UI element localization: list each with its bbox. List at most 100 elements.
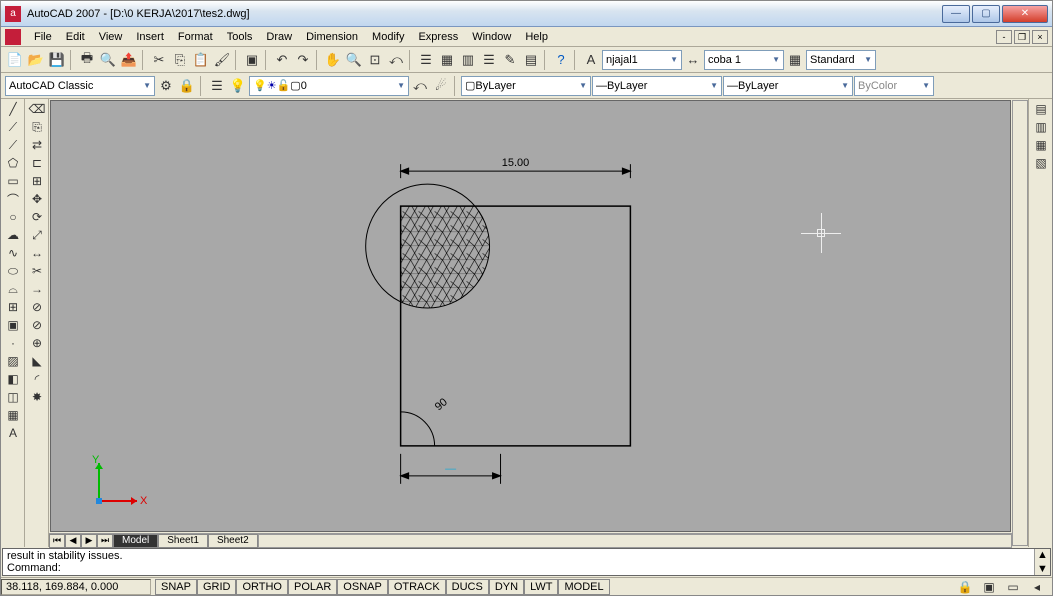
- mtext-icon[interactable]: A: [2, 424, 24, 442]
- polygon-icon[interactable]: ⬠: [2, 154, 24, 172]
- menu-express[interactable]: Express: [411, 29, 465, 45]
- textstyle-icon[interactable]: A: [581, 50, 601, 70]
- match-properties-icon[interactable]: 🖌: [212, 50, 232, 70]
- join-icon[interactable]: ⊕: [26, 334, 48, 352]
- ellipse-icon[interactable]: ⬭: [2, 262, 24, 280]
- menu-draw[interactable]: Draw: [259, 29, 299, 45]
- paste-icon[interactable]: 📋: [191, 50, 211, 70]
- help-icon[interactable]: ?: [551, 50, 571, 70]
- mdi-minimize-button[interactable]: -: [996, 30, 1012, 44]
- mirror-icon[interactable]: ⇄: [26, 136, 48, 154]
- break-icon[interactable]: ⊘: [26, 316, 48, 334]
- status-dyn[interactable]: DYN: [489, 579, 524, 595]
- make-block-icon[interactable]: ▣: [2, 316, 24, 334]
- arc-icon[interactable]: ⌒: [2, 190, 24, 208]
- tray-annotation-icon[interactable]: ▣: [978, 578, 1000, 596]
- copy-icon[interactable]: ⎘: [170, 50, 190, 70]
- spline-icon[interactable]: ∿: [2, 244, 24, 262]
- offset-icon[interactable]: ⊏: [26, 154, 48, 172]
- status-polar[interactable]: POLAR: [288, 579, 337, 595]
- mdi-restore-button[interactable]: ❐: [1014, 30, 1030, 44]
- lineweight-combo[interactable]: — ByLayer▼: [723, 76, 853, 96]
- status-ducs[interactable]: DUCS: [446, 579, 489, 595]
- command-window[interactable]: result in stability issues. Command: ▲▼: [2, 548, 1051, 576]
- cut-icon[interactable]: ✂: [149, 50, 169, 70]
- color-combo[interactable]: ▢ ByLayer▼: [461, 76, 591, 96]
- tab-sheet2[interactable]: Sheet2: [208, 534, 258, 548]
- tab-next-button[interactable]: ▶: [81, 534, 97, 548]
- layer-states-icon[interactable]: 💡: [228, 76, 248, 96]
- menu-file[interactable]: File: [27, 29, 59, 45]
- drawing-canvas[interactable]: 15.00: [50, 100, 1011, 532]
- tab-sheet1[interactable]: Sheet1: [158, 534, 208, 548]
- circle-icon[interactable]: ○: [2, 208, 24, 226]
- ellipse-arc-icon[interactable]: ⌓: [2, 280, 24, 298]
- plot-icon[interactable]: 🖶: [77, 50, 97, 70]
- dimstyle-combo[interactable]: coba 1▼: [704, 50, 784, 70]
- tablestyle-icon[interactable]: ▦: [785, 50, 805, 70]
- revcloud-icon[interactable]: ☁: [2, 226, 24, 244]
- qnew-icon[interactable]: 📄: [5, 50, 25, 70]
- layer-combo[interactable]: 💡☀🔓▢ 0▼: [249, 76, 409, 96]
- mdi-close-button[interactable]: ×: [1032, 30, 1048, 44]
- workspace-settings-icon[interactable]: ⚙: [156, 76, 176, 96]
- polyline-icon[interactable]: ⟋: [2, 136, 24, 154]
- workspace-combo[interactable]: AutoCAD Classic▼: [5, 76, 155, 96]
- zoom-realtime-icon[interactable]: 🔍: [344, 50, 364, 70]
- break-at-icon[interactable]: ⊘: [26, 298, 48, 316]
- pan-icon[interactable]: ✋: [323, 50, 343, 70]
- horizontal-scrollbar[interactable]: [258, 534, 1012, 548]
- menu-format[interactable]: Format: [171, 29, 220, 45]
- erase-icon[interactable]: ⌫: [26, 100, 48, 118]
- tab-first-button[interactable]: ⏮: [49, 534, 65, 548]
- status-grid[interactable]: GRID: [197, 579, 237, 595]
- palette-icon-3[interactable]: ▦: [1030, 136, 1052, 154]
- menu-help[interactable]: Help: [518, 29, 555, 45]
- open-icon[interactable]: 📂: [26, 50, 46, 70]
- save-icon[interactable]: 💾: [47, 50, 67, 70]
- palette-icon-2[interactable]: ▥: [1030, 118, 1052, 136]
- tool-palettes-icon[interactable]: ▥: [458, 50, 478, 70]
- status-otrack[interactable]: OTRACK: [388, 579, 446, 595]
- toolbar-lock-icon[interactable]: 🔒: [177, 76, 197, 96]
- undo-icon[interactable]: ↶: [272, 50, 292, 70]
- gradient-icon[interactable]: ◧: [2, 370, 24, 388]
- redo-icon[interactable]: ↷: [293, 50, 313, 70]
- status-osnap[interactable]: OSNAP: [337, 579, 388, 595]
- plot-preview-icon[interactable]: 🔍: [98, 50, 118, 70]
- tray-comm-icon[interactable]: 🔒: [954, 578, 976, 596]
- status-model[interactable]: MODEL: [558, 579, 609, 595]
- menu-modify[interactable]: Modify: [365, 29, 411, 45]
- menu-view[interactable]: View: [92, 29, 130, 45]
- tab-model[interactable]: Model: [113, 534, 158, 548]
- publish-icon[interactable]: 📤: [119, 50, 139, 70]
- textstyle-combo[interactable]: njajal1▼: [602, 50, 682, 70]
- explode-icon[interactable]: ✸: [26, 388, 48, 406]
- plotstyle-combo[interactable]: ByColor▼: [854, 76, 934, 96]
- point-icon[interactable]: ·: [2, 334, 24, 352]
- chamfer-icon[interactable]: ◣: [26, 352, 48, 370]
- menu-window[interactable]: Window: [465, 29, 518, 45]
- coordinate-display[interactable]: 38.118, 169.884, 0.000: [1, 579, 151, 595]
- menu-dimension[interactable]: Dimension: [299, 29, 365, 45]
- maximize-button[interactable]: ▢: [972, 5, 1000, 23]
- quickcalc-icon[interactable]: ▤: [521, 50, 541, 70]
- insert-block-icon[interactable]: ⊞: [2, 298, 24, 316]
- tab-last-button[interactable]: ⏭: [97, 534, 113, 548]
- menu-edit[interactable]: Edit: [59, 29, 92, 45]
- layer-match-icon[interactable]: ☄: [431, 76, 451, 96]
- array-icon[interactable]: ⊞: [26, 172, 48, 190]
- region-icon[interactable]: ◫: [2, 388, 24, 406]
- copy-object-icon[interactable]: ⎘: [26, 118, 48, 136]
- sheet-set-icon[interactable]: ☰: [479, 50, 499, 70]
- status-lwt[interactable]: LWT: [524, 579, 558, 595]
- xline-icon[interactable]: ⟋: [2, 118, 24, 136]
- block-editor-icon[interactable]: ▣: [242, 50, 262, 70]
- fillet-icon[interactable]: ◜: [26, 370, 48, 388]
- tray-clean-icon[interactable]: ▭: [1002, 578, 1024, 596]
- tray-arrow-icon[interactable]: ◂: [1026, 578, 1048, 596]
- extend-icon[interactable]: →: [26, 280, 48, 298]
- markup-icon[interactable]: ✎: [500, 50, 520, 70]
- scale-icon[interactable]: ⤢: [26, 226, 48, 244]
- zoom-previous-icon[interactable]: ⤺: [386, 50, 406, 70]
